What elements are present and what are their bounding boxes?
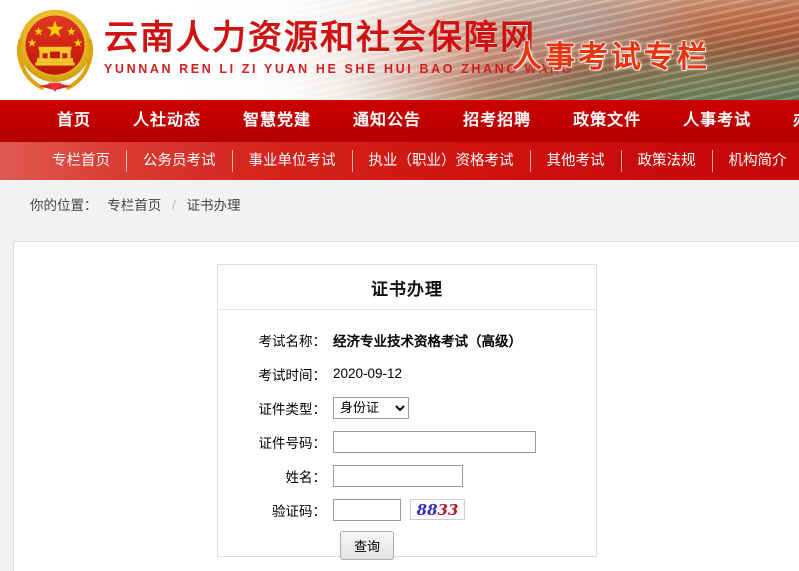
nav-item-policy-docs[interactable]: 政策文件 (552, 100, 662, 142)
id-type-select[interactable]: 身份证护照军官证其他 (333, 397, 409, 419)
row-name: 姓名： (218, 463, 596, 488)
breadcrumb-home-link[interactable]: 专栏首页 (107, 198, 161, 213)
site-title-chinese: 云南人力资源和社会保障网 (104, 18, 574, 58)
breadcrumb-current: 证书办理 (187, 198, 241, 213)
name-input[interactable] (333, 465, 463, 487)
subnav-item-column-home[interactable]: 专栏首页 (36, 150, 127, 172)
row-id-type: 证件类型： 身份证护照军官证其他 (218, 395, 596, 420)
exam-date-label: 考试时间： (218, 364, 333, 384)
id-type-label: 证件类型： (218, 398, 333, 418)
id-number-label: 证件号码： (218, 432, 333, 452)
panel-body: 考试名称： 经济专业技术资格考试（高级） 考试时间： 2020-09-12 证件… (218, 310, 596, 560)
nav-item-home[interactable]: 首页 (36, 100, 112, 142)
exam-name-label: 考试名称： (218, 330, 333, 350)
nav-item-exams[interactable]: 人事考试 (662, 100, 772, 142)
captcha-input[interactable] (333, 499, 401, 521)
submit-spacer (218, 531, 333, 560)
name-label: 姓名： (218, 466, 333, 486)
primary-navigation: 首页 人社动态 智慧党建 通知公告 招考招聘 政策文件 人事考试 办事指南 组织… (0, 100, 799, 142)
subnav-item-regulations[interactable]: 政策法规 (622, 150, 713, 172)
nav-item-news[interactable]: 人社动态 (112, 100, 222, 142)
nav-item-guide[interactable]: 办事指南 (772, 100, 799, 142)
breadcrumb-separator: / (172, 198, 176, 213)
site-title-block: 云南人力资源和社会保障网 YUNNAN REN LI ZI YUAN HE SH… (104, 18, 574, 76)
exam-date-value: 2020-09-12 (333, 366, 402, 381)
query-button[interactable]: 查询 (340, 531, 394, 560)
row-exam-name: 考试名称： 经济专业技术资格考试（高级） (218, 327, 596, 352)
secondary-navigation: 专栏首页 公务员考试 事业单位考试 执业（职业）资格考试 其他考试 政策法规 机… (0, 142, 799, 180)
captcha-image-text: 8833 (411, 500, 464, 519)
page-title: 证书办理 (371, 275, 443, 300)
captcha-label: 验证码： (218, 500, 333, 520)
site-title-pinyin: YUNNAN REN LI ZI YUAN HE SHE HUI BAO ZHA… (104, 62, 574, 76)
subnav-item-other-exams[interactable]: 其他考试 (531, 150, 622, 172)
panel-header: 证书办理 (218, 265, 596, 310)
breadcrumb-label: 你的位置： (30, 198, 98, 213)
row-exam-date: 考试时间： 2020-09-12 (218, 361, 596, 386)
site-banner: 云南人力资源和社会保障网 YUNNAN REN LI ZI YUAN HE SH… (0, 0, 799, 100)
subnav-item-about[interactable]: 机构简介 (713, 150, 799, 172)
row-id-number: 证件号码： (218, 429, 596, 454)
breadcrumb: 你的位置： 专栏首页 / 证书办理 (0, 180, 799, 226)
row-captcha: 验证码： 8833 (218, 497, 596, 522)
subnav-item-public-institution[interactable]: 事业单位考试 (233, 150, 353, 172)
nav-item-notices[interactable]: 通知公告 (332, 100, 442, 142)
exam-name-value: 经济专业技术资格考试（高级） (333, 330, 522, 350)
nav-item-party[interactable]: 智慧党建 (222, 100, 332, 142)
nav-item-recruitment[interactable]: 招考招聘 (442, 100, 552, 142)
captcha-image[interactable]: 8833 (410, 499, 465, 520)
id-number-input[interactable] (333, 431, 536, 453)
national-emblem-icon (14, 7, 96, 93)
certificate-form-panel: 证书办理 考试名称： 经济专业技术资格考试（高级） 考试时间： 2020-09-… (217, 264, 597, 557)
subnav-item-professional-qual[interactable]: 执业（职业）资格考试 (353, 150, 531, 172)
content-card: 证书办理 考试名称： 经济专业技术资格考试（高级） 考试时间： 2020-09-… (13, 241, 799, 571)
subnav-item-civil-servant[interactable]: 公务员考试 (127, 150, 233, 172)
row-submit: 查询 (218, 531, 596, 560)
column-title: 人事考试专栏 (512, 32, 710, 76)
